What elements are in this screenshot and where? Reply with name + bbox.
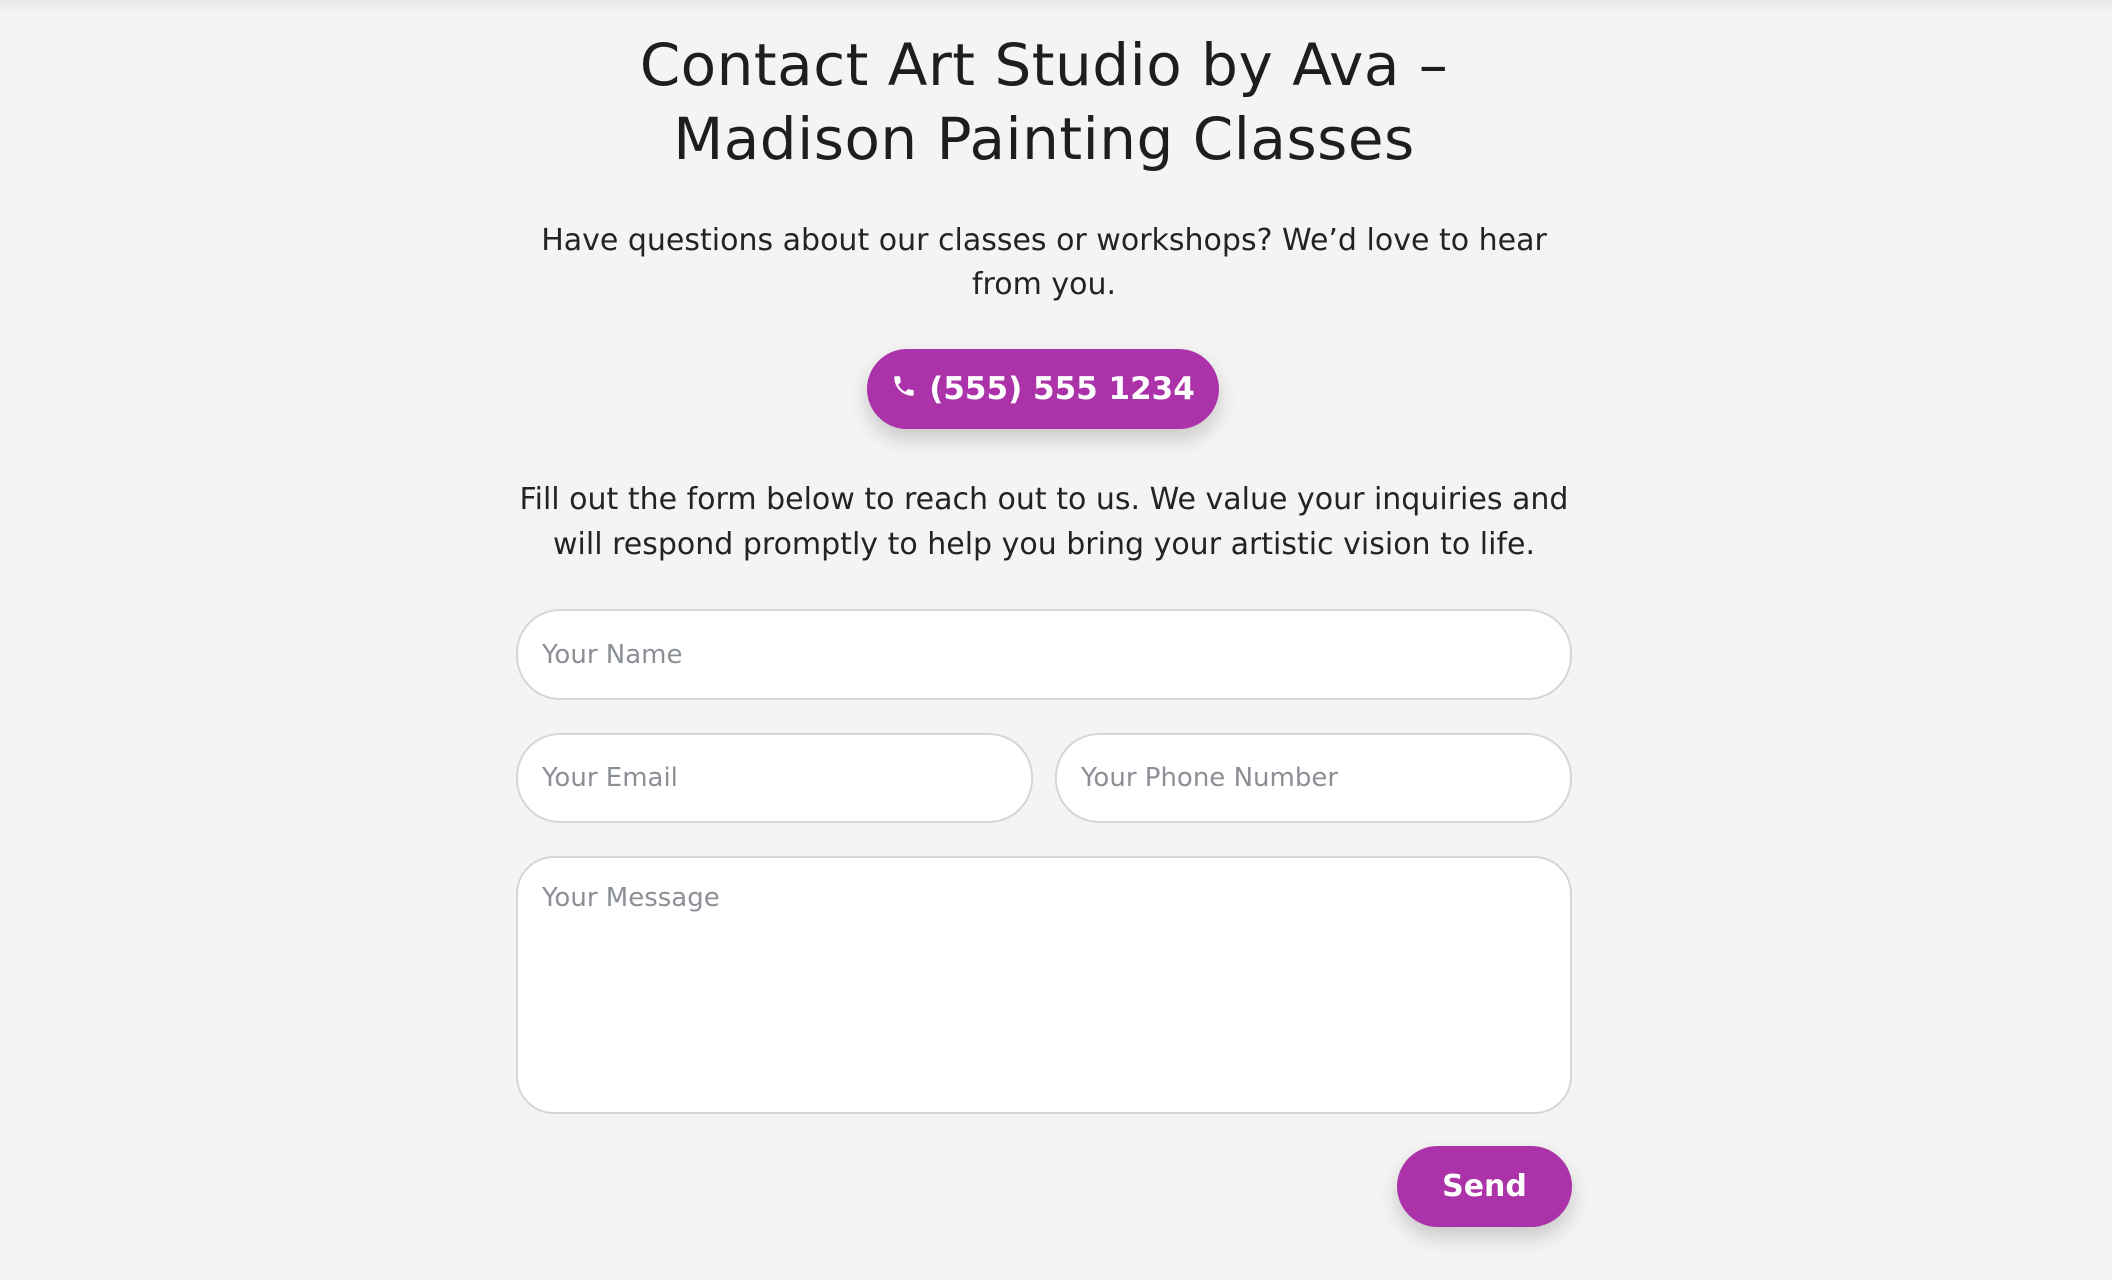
email-field[interactable]	[516, 733, 1033, 823]
page-title: Contact Art Studio by Ava – Madison Pain…	[496, 28, 1592, 176]
top-shadow	[0, 0, 2112, 14]
page-title-line2: Madison Painting Classes	[673, 105, 1415, 173]
phone-button-label: (555) 555 1234	[929, 371, 1195, 407]
form-intro-text: Fill out the form below to reach out to …	[519, 482, 1569, 562]
intro-text: Have questions about our classes or work…	[541, 223, 1547, 302]
page-title-line1: Contact Art Studio by Ava –	[639, 31, 1449, 99]
message-field[interactable]	[516, 856, 1572, 1114]
send-button[interactable]: Send	[1397, 1146, 1572, 1227]
phone-number-field[interactable]	[1055, 733, 1572, 823]
name-field[interactable]	[516, 609, 1572, 700]
phone-icon	[891, 371, 917, 407]
phone-call-button[interactable]: (555) 555 1234	[867, 349, 1219, 429]
